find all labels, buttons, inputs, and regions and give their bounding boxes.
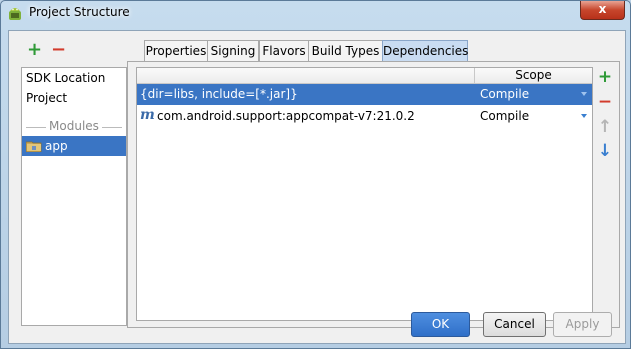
table-row[interactable]: m com.android.support:appcompat-v7:21.0.… xyxy=(137,106,592,127)
module-list: SDK Location Project Modules app xyxy=(21,67,127,326)
modules-header: Modules xyxy=(22,119,126,135)
tab-properties[interactable]: Properties xyxy=(144,40,208,61)
title-bar[interactable]: Project Structure x xyxy=(1,1,630,25)
android-studio-icon xyxy=(9,8,21,20)
module-item-app[interactable]: app xyxy=(22,136,126,156)
project-structure-window: Project Structure x + − SDK Location Pro… xyxy=(0,0,631,349)
dependency-name: com.android.support:appcompat-v7:21.0.2 xyxy=(157,109,415,123)
move-down-button[interactable]: ↓ xyxy=(597,143,613,160)
dependencies-table: Scope {dir=libs, include=[*.jar]} Compil… xyxy=(136,67,593,321)
project-item[interactable]: Project xyxy=(26,91,67,105)
tab-build-types[interactable]: Build Types xyxy=(308,40,383,61)
window-title: Project Structure xyxy=(29,5,130,19)
maven-icon: m xyxy=(140,107,155,123)
table-header: Scope xyxy=(137,68,592,84)
tab-signing[interactable]: Signing xyxy=(207,40,259,61)
scope-dropdown-icon[interactable] xyxy=(581,114,587,118)
sdk-location-item[interactable]: SDK Location xyxy=(26,71,105,85)
dependency-name: {dir=libs, include=[*.jar]} xyxy=(140,87,298,101)
add-dependency-button[interactable]: + xyxy=(597,69,613,86)
remove-dependency-button[interactable]: − xyxy=(597,94,613,111)
tab-flavors[interactable]: Flavors xyxy=(259,40,309,61)
dependency-scope[interactable]: Compile xyxy=(480,109,529,123)
move-up-button[interactable]: ↑ xyxy=(597,119,613,136)
close-button[interactable]: x xyxy=(580,1,625,20)
module-label: app xyxy=(45,139,68,153)
remove-module-button[interactable]: − xyxy=(51,41,66,59)
dependencies-panel: Scope {dir=libs, include=[*.jar]} Compil… xyxy=(127,61,620,328)
scope-column-header[interactable]: Scope xyxy=(475,68,592,83)
tab-dependencies[interactable]: Dependencies xyxy=(382,40,468,62)
cancel-button[interactable]: Cancel xyxy=(483,312,546,337)
add-module-button[interactable]: + xyxy=(27,41,42,59)
dependency-scope[interactable]: Compile xyxy=(480,87,529,101)
table-row[interactable]: {dir=libs, include=[*.jar]} Compile xyxy=(137,84,592,105)
dialog-content: + − SDK Location Project Modules app Pro… xyxy=(8,30,626,344)
module-folder-icon xyxy=(26,141,42,152)
ok-button[interactable]: OK xyxy=(411,312,470,337)
apply-button[interactable]: Apply xyxy=(553,312,612,337)
scope-dropdown-icon[interactable] xyxy=(581,92,587,96)
